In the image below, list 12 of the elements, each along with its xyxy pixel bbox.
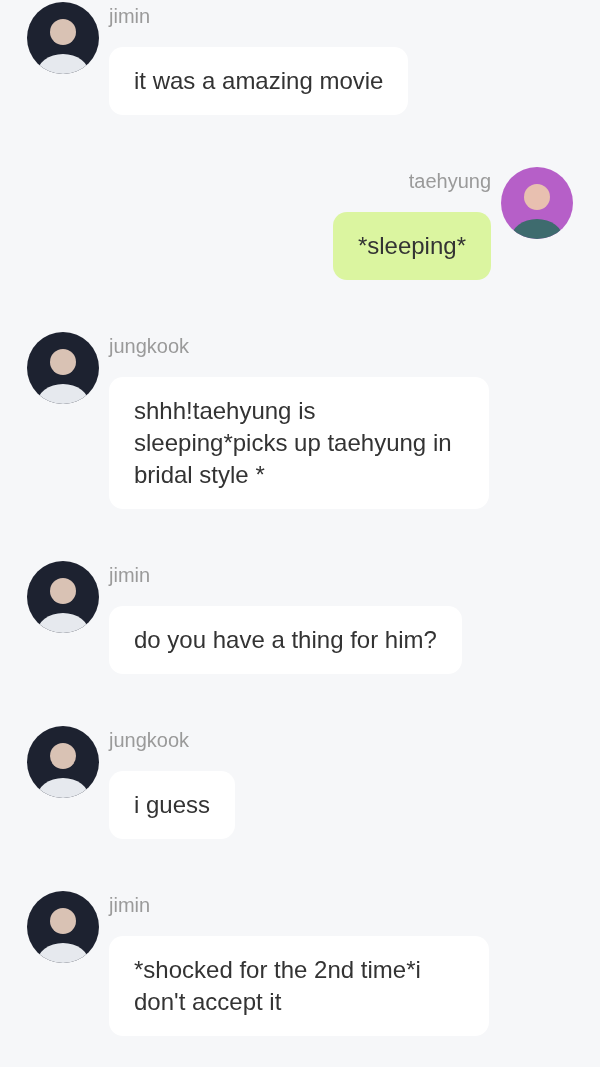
- sender-name: jimin: [109, 4, 152, 29]
- sender-name: jungkook: [109, 728, 191, 753]
- sender-name: jungkook: [109, 334, 191, 359]
- sender-name: jimin: [109, 893, 152, 918]
- message-bubble: it was a amazing movie: [109, 47, 409, 115]
- sender-name: taehyung: [408, 169, 491, 194]
- sender-name: jimin: [109, 563, 152, 588]
- message-bubble: *shocked for the 2nd time*i don't accept it: [109, 936, 489, 1036]
- message-bubble: i guess: [109, 771, 236, 839]
- message-bubble: do you have a thing for him?: [109, 606, 462, 674]
- message-bubble: shhh!taehyung is sleeping*picks up taehyung in bridal style *: [109, 377, 489, 509]
- message-bubble: *sleeping*: [332, 212, 491, 280]
